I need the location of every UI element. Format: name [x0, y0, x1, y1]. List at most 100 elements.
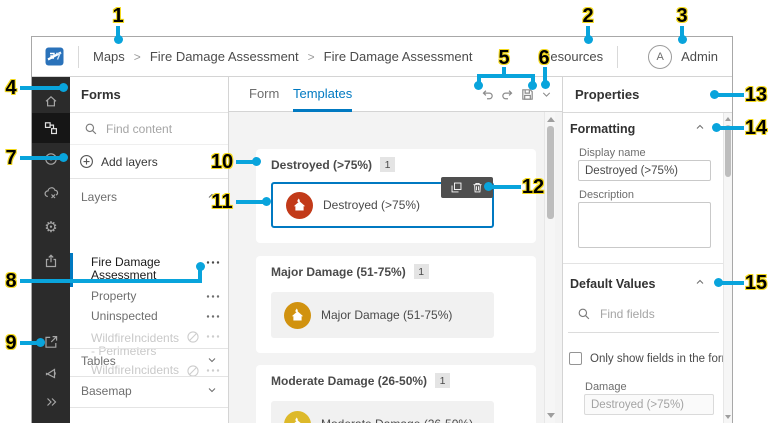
template-group-header: Moderate Damage (26-50%) 1 — [256, 365, 536, 388]
templates-scrollbar[interactable] — [544, 112, 555, 423]
sidebar-collapse-button[interactable] — [32, 388, 70, 416]
find-fields-search[interactable] — [577, 307, 700, 321]
damage-field-label: Damage — [585, 381, 627, 393]
find-content-search[interactable] — [70, 113, 228, 145]
breadcrumb-map-name[interactable]: Fire Damage Assessment — [150, 49, 299, 64]
tab-form[interactable]: Form — [249, 77, 279, 112]
forms-sitemap-icon — [44, 122, 58, 135]
divider — [563, 263, 723, 264]
scrollbar-thumb[interactable] — [547, 126, 554, 219]
find-fields-input[interactable] — [600, 307, 700, 321]
moderate-damage-symbol-icon — [284, 410, 311, 423]
properties-content: Formatting Display name Description Defa… — [563, 113, 732, 423]
chevron-up-icon — [694, 276, 706, 291]
callout-12: 12 — [521, 176, 545, 198]
template-group-header: Major Damage (51-75%) 1 — [256, 256, 536, 279]
basemap-section-label: Basemap — [81, 384, 132, 398]
header-divider — [78, 45, 79, 68]
description-textarea[interactable] — [578, 202, 711, 248]
template-count-badge: 1 — [413, 264, 429, 279]
properties-panel: Properties Formatting Display name Descr… — [562, 77, 732, 423]
scroll-up-arrow-icon[interactable] — [547, 117, 555, 122]
divider — [70, 348, 228, 349]
scroll-up-arrow-icon[interactable] — [725, 117, 731, 121]
header-divider — [617, 45, 619, 68]
share-icon — [45, 254, 57, 268]
duplicate-icon[interactable] — [450, 181, 463, 194]
callout-7-line — [20, 156, 62, 160]
layers-section-header[interactable]: Layers — [81, 189, 218, 205]
sidebar-item-settings[interactable]: ⚙ — [32, 213, 70, 241]
app-body: ⚙ Forms Find content Add layers Layers P… — [32, 77, 732, 423]
scroll-down-arrow-icon[interactable] — [547, 413, 555, 418]
callout-15-line — [722, 281, 744, 285]
template-group-major-damage: Major Damage (51-75%) 1 Major Damage (51… — [256, 256, 536, 353]
avatar[interactable]: A — [648, 44, 673, 69]
screenshot-canvas: Maps > Fire Damage Assessment > Fire Dam… — [0, 0, 773, 423]
tab-templates[interactable]: Templates — [293, 77, 353, 112]
formatting-section-header[interactable]: Formatting — [570, 121, 706, 136]
display-name-input[interactable] — [578, 160, 711, 181]
callout-2: 2 — [582, 5, 594, 27]
delete-trash-icon[interactable] — [471, 181, 484, 194]
template-card-major-damage[interactable]: Major Damage (51-75%) — [271, 292, 494, 338]
search-input[interactable] — [106, 121, 211, 136]
breadcrumb: Maps > Fire Damage Assessment > Fire Dam… — [93, 49, 473, 64]
redo-icon[interactable] — [500, 87, 515, 102]
damage-field-input[interactable] — [584, 394, 714, 415]
overflow-menu-icon[interactable] — [206, 256, 220, 269]
save-menu-chevron-icon[interactable] — [540, 88, 553, 101]
template-count-badge: 1 — [435, 373, 451, 388]
template-card-label: Destroyed (>75%) — [323, 198, 421, 212]
callout-11-line — [236, 200, 264, 204]
template-card-label: Major Damage (51-75%) — [321, 308, 453, 322]
callout-13-line — [718, 93, 744, 97]
callout-5-dot-left — [474, 81, 483, 90]
scroll-down-arrow-icon[interactable] — [725, 415, 731, 419]
divider — [568, 332, 719, 333]
callout-1-dot — [114, 35, 123, 44]
sidebar-item-announcements[interactable] — [32, 359, 70, 387]
sidebar-item-forms[interactable] — [32, 113, 70, 143]
callout-6-dot — [541, 80, 550, 89]
double-chevron-right-icon — [47, 398, 57, 406]
default-values-section-header[interactable]: Default Values — [570, 276, 706, 291]
forms-panel: Forms Add layers Layers Property — [70, 77, 229, 423]
callout-5: 5 — [498, 47, 510, 69]
callout-8-dot — [196, 262, 205, 271]
callout-2-dot — [584, 35, 593, 44]
sidebar-item-offline[interactable] — [32, 179, 70, 207]
callout-14: 14 — [744, 117, 768, 139]
gear-icon: ⚙ — [44, 217, 58, 236]
callout-11: 11 — [211, 191, 233, 213]
callout-10-dot — [252, 157, 261, 166]
template-card-moderate-damage[interactable]: Moderate Damage (26-50%) — [271, 401, 494, 423]
callout-3: 3 — [676, 5, 688, 27]
callout-14-line — [720, 126, 744, 130]
tables-section-header[interactable]: Tables — [81, 353, 218, 369]
only-show-fields-checkbox[interactable] — [569, 352, 582, 365]
callout-7-dot — [59, 153, 68, 162]
overflow-menu-icon[interactable] — [206, 330, 220, 343]
scrollbar-thumb[interactable] — [725, 125, 731, 177]
sidebar-item-sharing[interactable] — [32, 247, 70, 275]
callout-5-bracket — [477, 74, 535, 78]
undo-icon[interactable] — [480, 87, 495, 102]
description-label: Description — [579, 189, 635, 201]
divider — [70, 376, 228, 377]
properties-scrollbar[interactable] — [723, 113, 732, 423]
offline-cloud-icon — [44, 187, 59, 199]
template-group-title: Moderate Damage (26-50%) — [271, 373, 428, 388]
callout-3-dot — [678, 35, 687, 44]
breadcrumb-maps[interactable]: Maps — [93, 49, 125, 64]
basemap-section-header[interactable]: Basemap — [81, 383, 218, 399]
callout-5-dot-right — [528, 81, 537, 90]
callout-15: 15 — [744, 272, 768, 294]
callout-9: 9 — [5, 332, 17, 354]
add-layers-button[interactable]: Add layers — [70, 145, 228, 179]
template-group-title: Destroyed (>75%) — [271, 157, 373, 172]
callout-1: 1 — [112, 5, 124, 27]
user-menu[interactable]: Admin — [681, 49, 718, 64]
breadcrumb-separator-icon: > — [307, 49, 315, 64]
default-values-section-label: Default Values — [570, 276, 656, 291]
